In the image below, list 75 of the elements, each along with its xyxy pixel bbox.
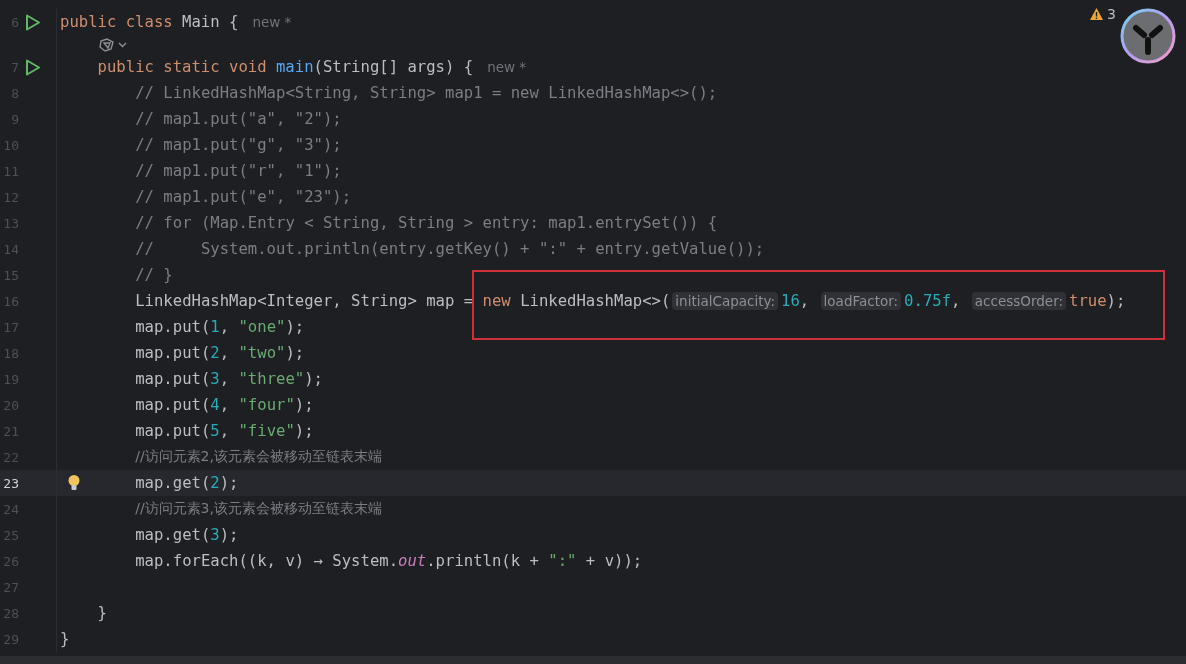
code-token: public static void [97,58,268,76]
code-token: new [482,292,512,310]
code-token: ); [285,318,305,336]
code-token: "four" [238,396,295,414]
code-token: ); [219,474,239,492]
code-comment: // } [135,266,173,284]
code-token: } [60,630,70,648]
code-token: , [219,370,231,388]
code-token: "one" [238,318,286,336]
code-token: LinkedHashMap<Integer, String> map = [135,292,475,310]
code-token: , [799,292,811,310]
code-token: "five" [238,422,295,440]
code-token: public class [60,13,174,31]
code-comment: // LinkedHashMap<String, String> map1 = new LinkedHashMap<>(); [135,84,718,102]
code-token: 0.75f [904,292,952,310]
code-comment: // map1.put("r", "1"); [135,162,342,180]
code-token: Main { [182,13,239,31]
code-token: LinkedHashMap<>( [520,292,671,310]
run-icon[interactable] [25,58,41,76]
code-token: map.put( [135,344,211,362]
code-token: ); [294,396,314,414]
code-comment: // for (Map.Entry < String, String > entry: map1.entrySet()) { [135,214,718,232]
code-token: 1 [210,318,220,336]
code-token: ); [285,344,305,362]
parameter-hint: accessOrder: [971,292,1066,310]
code-token: ); [219,526,239,544]
code-token: , [219,318,231,336]
code-token: ); [294,422,314,440]
code-token: true [1069,292,1107,310]
code-token: map.forEach((k, v) → System. [135,552,399,570]
parameter-hint: initialCapacity: [672,292,779,310]
code-token: } [97,604,107,622]
code-token: 16 [781,292,800,310]
code-token: "two" [238,344,286,362]
code-token: 3 [210,526,220,544]
code-comment: // map1.put("a", "2"); [135,110,342,128]
code-token: ":" [548,552,577,570]
code-comment: // System.out.println(entry.getKey() + ":" + entry.getValue()); [135,240,765,258]
code-token: out [398,552,427,570]
code-comment: //访问元素2,该元素会被移动至链表末端 [135,448,382,466]
code-token: (String[] args) { [313,58,474,76]
code-token: , [951,292,962,310]
code-token: , [219,396,231,414]
code-comment: // map1.put("g", "3"); [135,136,342,154]
code-token: main [276,58,314,76]
code-token: map.put( [135,396,211,414]
ai-assistant-icon[interactable] [97,36,128,53]
code-token: , [219,422,231,440]
code-token: 2 [210,474,220,492]
warning-icon[interactable] [1089,7,1105,21]
author-hint: new * [487,59,527,75]
code-comment: //访问元素3,该元素会被移动至链表末端 [135,500,382,518]
code-token: , [219,344,231,362]
code-token: 5 [210,422,220,440]
code-token: .println(k + [426,552,540,570]
code-token: map.put( [135,370,211,388]
code-token: 2 [210,344,220,362]
code-token: ); [304,370,323,388]
code-token: + v)); [584,552,643,570]
code-token: map.get( [135,526,211,544]
code-token: 4 [210,396,220,414]
code-token: ); [1106,292,1126,310]
warning-count[interactable]: 3 [1107,6,1116,22]
code-token: 3 [210,370,220,388]
lightbulb-icon[interactable] [67,474,81,492]
code-token: map.put( [135,422,211,440]
run-icon[interactable] [25,13,41,31]
parameter-hint: loadFactor: [820,292,902,310]
code-token: map.put( [135,318,211,336]
code-comment: // map1.put("e", "23"); [135,188,352,206]
line-number: 23 [2,475,19,491]
assistant-logo-icon[interactable] [1120,8,1176,64]
author-hint: new * [252,14,292,30]
code-token: map.get( [135,474,211,492]
code-token: "three" [238,370,305,388]
